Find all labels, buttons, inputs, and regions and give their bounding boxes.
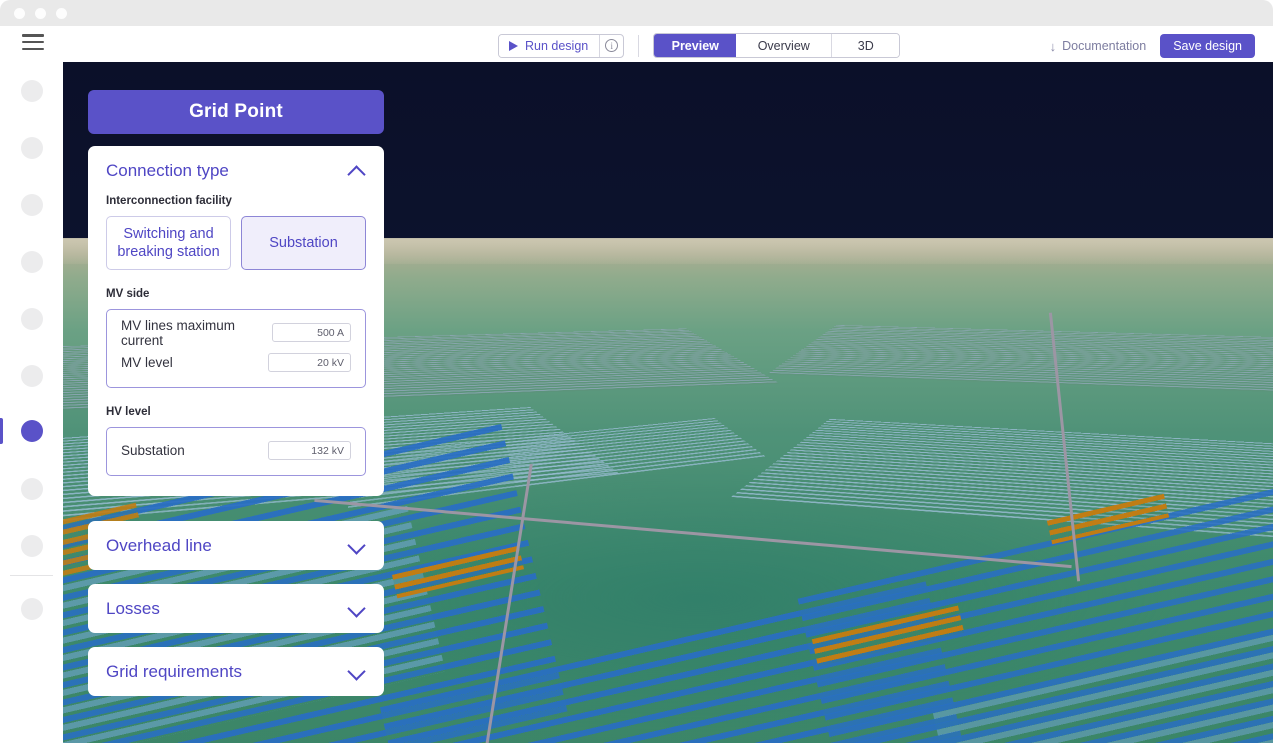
label-hv-level: HV level	[106, 406, 151, 418]
chevron-down-icon[interactable]	[349, 539, 364, 554]
info-glyph: i	[605, 39, 619, 52]
toolbar-right-group: ↓ Documentation Save design	[1050, 34, 1255, 58]
card-header-connection-type[interactable]: Connection type	[88, 146, 384, 195]
documentation-label: Documentation	[1062, 39, 1147, 53]
rail-divider	[10, 575, 53, 576]
run-design-button[interactable]: Run design	[499, 34, 600, 57]
label-mv-side: MV side	[106, 288, 150, 300]
rail-active-indicator	[0, 418, 3, 444]
label-hv-substation: Substation	[121, 443, 185, 458]
input-mv-level[interactable]: 20 kV	[268, 353, 351, 372]
app-window: Run design i Preview Overview 3D ↓ Docum…	[0, 0, 1273, 743]
rail-item-6[interactable]	[21, 365, 43, 387]
card-body-connection-type: Interconnection facility Switching and b…	[88, 195, 384, 496]
card-header-grid-requirements[interactable]: Grid requirements	[88, 647, 384, 696]
field-row-hv-substation: Substation 132 kV	[121, 438, 351, 463]
card-header-losses[interactable]: Losses	[88, 584, 384, 633]
info-icon[interactable]: i	[599, 34, 623, 57]
card-overhead-line: Overhead line	[88, 521, 384, 570]
download-icon: ↓	[1049, 38, 1057, 54]
rail-item-10[interactable]	[21, 598, 43, 620]
chevron-down-icon[interactable]	[349, 665, 364, 680]
window-titlebar	[0, 0, 1273, 26]
rail-item-5[interactable]	[21, 308, 43, 330]
save-design-button[interactable]: Save design	[1160, 34, 1255, 58]
grid-point-panel: Grid Point Connection type Interconnecti…	[88, 90, 384, 696]
hv-level-fields: Substation 132 kV	[106, 427, 366, 476]
rail-item-4[interactable]	[21, 251, 43, 273]
mv-side-fields: MV lines maximum current 500 A MV level …	[106, 309, 366, 388]
hamburger-icon[interactable]	[22, 34, 44, 50]
card-title-overhead-line: Overhead line	[106, 536, 212, 555]
tab-overview[interactable]: Overview	[736, 34, 832, 57]
card-connection-type: Connection type Interconnection facility…	[88, 146, 384, 496]
rail-item-1[interactable]	[21, 80, 43, 102]
run-design-label: Run design	[525, 38, 589, 53]
toolbar-divider	[638, 34, 640, 57]
page-title[interactable]: Grid Point	[88, 90, 384, 134]
chevron-down-icon[interactable]	[349, 602, 364, 617]
card-title-connection-type: Connection type	[106, 161, 229, 180]
card-title-grid-requirements: Grid requirements	[106, 662, 243, 681]
field-row-mv-max-current: MV lines maximum current 500 A	[121, 317, 351, 348]
toggle-substation[interactable]: Substation	[241, 216, 366, 270]
tab-preview[interactable]: Preview	[654, 34, 737, 57]
card-losses: Losses	[88, 584, 384, 633]
rail-item-2[interactable]	[21, 137, 43, 159]
card-title-losses: Losses	[106, 599, 160, 618]
card-header-overhead-line[interactable]: Overhead line	[88, 521, 384, 570]
tab-3d[interactable]: 3D	[832, 34, 900, 57]
play-icon	[509, 40, 518, 51]
rail-item-grid-point[interactable]	[21, 420, 43, 442]
label-mv-level: MV level	[121, 355, 173, 370]
chevron-up-icon[interactable]	[349, 164, 364, 179]
card-grid-requirements: Grid requirements	[88, 647, 384, 696]
interconnection-facility-toggle-group: Switching and breaking station Substatio…	[106, 216, 366, 270]
rail-item-8[interactable]	[21, 478, 43, 500]
field-row-mv-level: MV level 20 kV	[121, 350, 351, 375]
label-mv-lines-maximum-current: MV lines maximum current	[121, 317, 236, 348]
rail-item-3[interactable]	[21, 194, 43, 216]
minimize-dot[interactable]	[35, 7, 46, 19]
documentation-link[interactable]: ↓ Documentation	[1050, 39, 1147, 53]
maximize-dot[interactable]	[56, 7, 67, 19]
run-design-group: Run design i	[498, 33, 625, 58]
input-hv-substation[interactable]: 132 kV	[268, 441, 351, 460]
label-interconnection-facility: Interconnection facility	[106, 195, 232, 207]
rail-item-9[interactable]	[21, 535, 43, 557]
input-mv-lines-maximum-current[interactable]: 500 A	[272, 323, 351, 342]
left-sidebar-rail	[0, 62, 63, 743]
toggle-switching-and-breaking-station[interactable]: Switching and breaking station	[106, 216, 231, 270]
toolbar-center-group: Run design i Preview Overview 3D	[498, 33, 901, 58]
view-mode-switcher: Preview Overview 3D	[653, 33, 901, 58]
close-dot[interactable]	[14, 7, 25, 19]
